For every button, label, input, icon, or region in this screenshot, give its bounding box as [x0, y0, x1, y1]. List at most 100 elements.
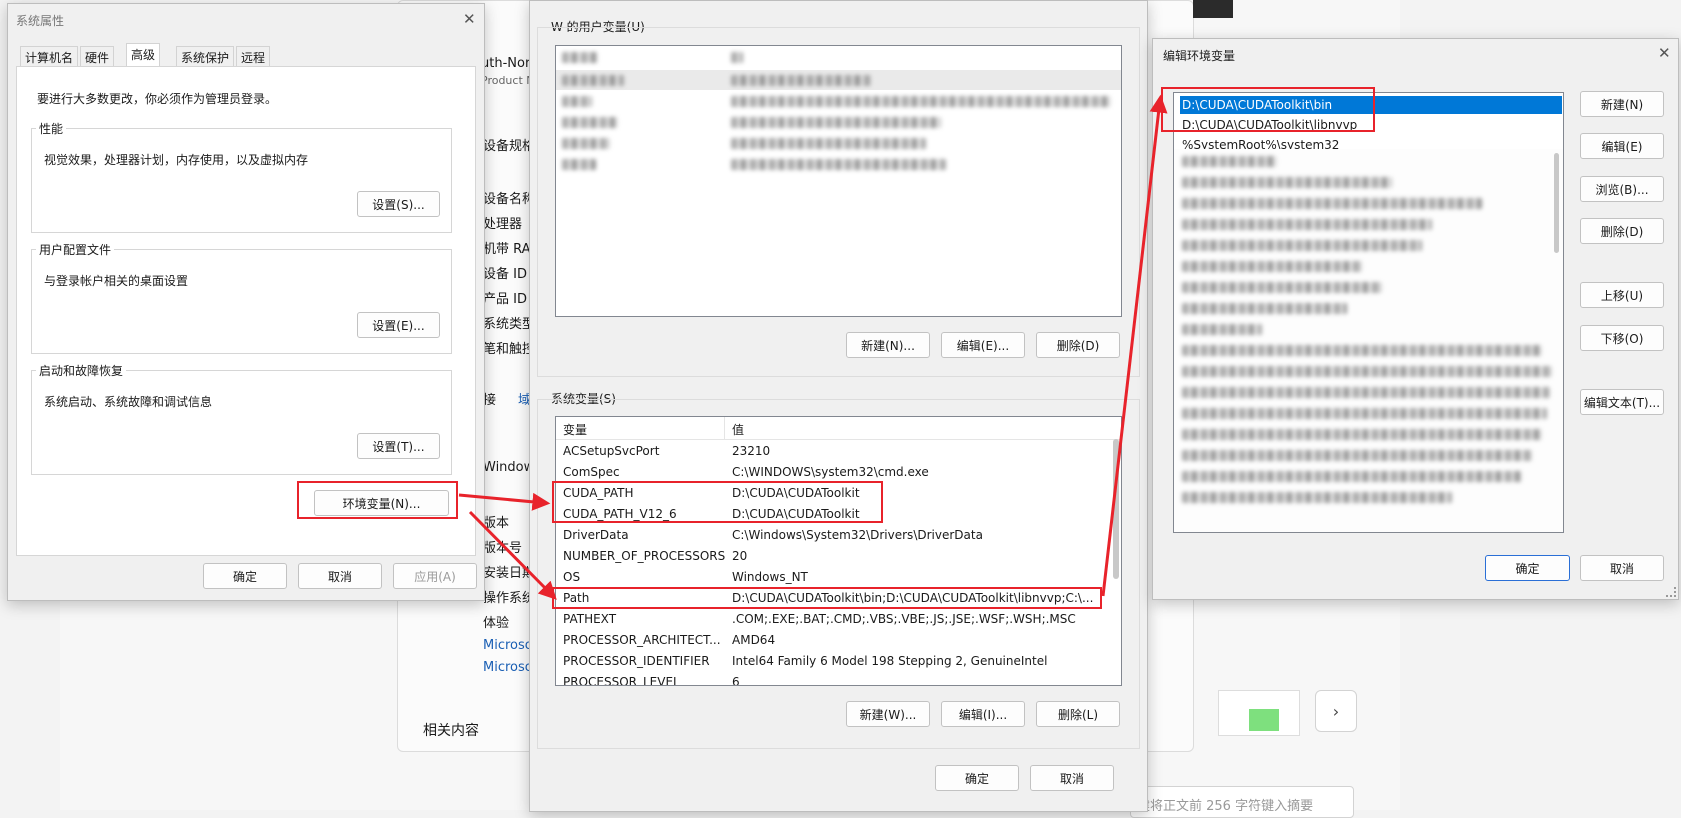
- bg-item-15: 安装日期: [483, 566, 536, 581]
- ok-button[interactable]: 确定: [203, 563, 287, 589]
- user-delete-button[interactable]: 删除(D): [1036, 332, 1120, 358]
- redacted-row: [731, 52, 743, 63]
- path-entry[interactable]: D:\CUDA\CUDAToolkit\libnvvp: [1180, 116, 1562, 134]
- redacted-row: [562, 75, 624, 86]
- system-delete-button[interactable]: 删除(L): [1036, 701, 1120, 727]
- bg-item-3: 设备名称: [483, 192, 536, 207]
- startup-recovery-desc: 系统启动、系统故障和调试信息: [44, 395, 213, 409]
- variable-value: D:\CUDA\CUDAToolkit\bin;D:\CUDA\CUDATool…: [732, 591, 1094, 605]
- move-up-button[interactable]: 上移(U): [1580, 282, 1664, 308]
- bg-link-microsoft-2[interactable]: Microso: [483, 660, 533, 675]
- variable-value: C:\WINDOWS\system32\cmd.exe: [732, 465, 929, 479]
- table-row[interactable]: ACSetupSvcPort 23210: [556, 442, 1111, 461]
- redacted-row: [562, 117, 618, 128]
- tab-advanced[interactable]: 高级: [126, 43, 161, 67]
- browse-button[interactable]: 浏览(B)...: [1580, 176, 1664, 202]
- bg-link-microsoft-1[interactable]: Microso: [483, 638, 533, 653]
- new-entry-button[interactable]: 新建(N): [1580, 91, 1664, 117]
- column-value[interactable]: 值: [732, 421, 744, 438]
- user-edit-button[interactable]: 编辑(E)...: [941, 332, 1025, 358]
- system-new-button[interactable]: 新建(W)...: [846, 701, 930, 727]
- redacted-row: [1182, 450, 1532, 461]
- table-row[interactable]: PROCESSOR_ARCHITECT... AMD64: [556, 631, 1111, 650]
- user-profile-desc: 与登录帐户相关的桌面设置: [44, 274, 189, 288]
- column-header: 变量 值: [556, 417, 1121, 440]
- resize-grip[interactable]: [1666, 587, 1676, 597]
- table-row[interactable]: PROCESSOR_IDENTIFIER Intel64 Family 6 Mod…: [556, 652, 1111, 671]
- variable-value: C:\Windows\System32\Drivers\DriverData: [732, 528, 983, 542]
- startup-recovery-settings-button[interactable]: 设置(T)...: [357, 433, 440, 459]
- variable-value: AMD64: [732, 633, 776, 647]
- table-row[interactable]: ComSpec C:\WINDOWS\system32\cmd.exe: [556, 463, 1111, 482]
- column-variable[interactable]: 变量: [563, 421, 587, 438]
- cancel-button[interactable]: 取消: [298, 563, 382, 589]
- system-properties-window: 系统属性 ✕ 计算机名 硬件 高级 系统保护 远程 要进行大多数更改，你必须作为…: [7, 3, 485, 601]
- redacted-row: [1182, 387, 1550, 398]
- system-variables-list[interactable]: 变量 值 ACSetupSvcPort 23210 ComSpec C:\WINDOW…: [555, 416, 1122, 686]
- tab-hardware[interactable]: 硬件: [80, 46, 115, 66]
- close-icon[interactable]: ✕: [463, 10, 476, 28]
- tab-computer-name[interactable]: 计算机名: [20, 46, 79, 66]
- variable-value: Windows_NT: [732, 570, 808, 584]
- user-profile-label: 用户配置文件: [36, 241, 115, 258]
- bg-item-16: 操作系统: [483, 591, 536, 606]
- user-profile-settings-button[interactable]: 设置(E)...: [357, 312, 440, 338]
- close-icon[interactable]: ✕: [1658, 44, 1671, 62]
- scrollbar[interactable]: [1113, 439, 1119, 579]
- redacted-row: [1182, 261, 1362, 272]
- system-variables-rows: ACSetupSvcPort 23210 ComSpec C:\WINDOWS\sys…: [556, 442, 1111, 685]
- edit-cancel-button[interactable]: 取消: [1580, 555, 1664, 581]
- redacted-row: [562, 52, 598, 63]
- variable-value: 23210: [732, 444, 771, 458]
- redacted-row: [1182, 345, 1542, 356]
- delete-entry-button[interactable]: 删除(D): [1580, 218, 1664, 244]
- redacted-row: [1182, 408, 1547, 419]
- thumbnail-image[interactable]: [1218, 690, 1300, 736]
- table-row[interactable]: NUMBER_OF_PROCESSORS 20: [556, 547, 1111, 566]
- table-row[interactable]: PROCESSOR_LEVEL 6: [556, 673, 1111, 685]
- path-entry-selected[interactable]: D:\CUDA\CUDAToolkit\bin: [1180, 96, 1562, 114]
- env-cancel-button[interactable]: 取消: [1030, 765, 1114, 791]
- variable-value: 20: [732, 549, 748, 563]
- tab-system-protection[interactable]: 系统保护: [176, 46, 235, 66]
- admin-note: 要进行大多数更改，你必须作为管理员登录。: [37, 92, 278, 106]
- redacted-row: [562, 138, 610, 149]
- performance-settings-button[interactable]: 设置(S)...: [357, 191, 440, 217]
- bg-item-12: Window: [483, 460, 535, 475]
- next-arrow-button[interactable]: ›: [1315, 690, 1357, 732]
- table-row[interactable]: PATHEXT .COM;.EXE;.BAT;.CMD;.VBS;.VBE;.JS…: [556, 610, 1111, 629]
- env-ok-button[interactable]: 确定: [935, 765, 1019, 791]
- tab-panel: 要进行大多数更改，你必须作为管理员登录。 性能 视觉效果，处理器计划，内存使用，…: [16, 66, 476, 556]
- performance-label: 性能: [36, 120, 67, 137]
- redacted-row: [731, 117, 941, 128]
- redacted-row: [1182, 429, 1542, 440]
- redacted-row: [1182, 324, 1262, 335]
- system-edit-button[interactable]: 编辑(I)...: [941, 701, 1025, 727]
- summary-input[interactable]: 建将正文前 256 字符键入摘要: [1130, 786, 1354, 818]
- table-row[interactable]: CUDA_PATH_V12_6 D:\CUDA\CUDAToolkit: [556, 505, 1111, 524]
- edit-text-button[interactable]: 编辑文本(T)...: [1580, 389, 1664, 415]
- user-variables-list[interactable]: [555, 45, 1122, 317]
- edit-ok-button[interactable]: 确定: [1485, 555, 1570, 581]
- edit-entry-button[interactable]: 编辑(E): [1580, 133, 1664, 159]
- redacted-row: [1182, 177, 1392, 188]
- path-entries-list[interactable]: D:\CUDA\CUDAToolkit\bin D:\CUDA\CUDATool…: [1173, 92, 1564, 533]
- bg-item-13: 版本: [483, 516, 510, 531]
- tab-remote[interactable]: 远程: [236, 46, 271, 66]
- path-entry[interactable]: %SystemRoot%\system32: [1180, 137, 1562, 149]
- bg-item-0: uth-Nor: [481, 56, 531, 71]
- variable-name: NUMBER_OF_PROCESSORS: [563, 549, 726, 563]
- table-row[interactable]: Path D:\CUDA\CUDAToolkit\bin;D:\CUDA\CUDA…: [556, 589, 1111, 608]
- table-row[interactable]: DriverData C:\Windows\System32\Drivers\Dr…: [556, 526, 1111, 545]
- table-row[interactable]: CUDA_PATH D:\CUDA\CUDAToolkit: [556, 484, 1111, 503]
- bg-item-1: Product N: [481, 74, 535, 87]
- user-new-button[interactable]: 新建(N)...: [846, 332, 930, 358]
- path-entry-text: %SystemRoot%\system32: [1182, 138, 1340, 149]
- table-row[interactable]: OS Windows_NT: [556, 568, 1111, 587]
- apply-button[interactable]: 应用(A): [393, 563, 477, 589]
- move-down-button[interactable]: 下移(O): [1580, 325, 1664, 351]
- environment-variables-button[interactable]: 环境变量(N)...: [314, 490, 449, 516]
- scrollbar[interactable]: [1554, 153, 1559, 253]
- edit-window-title: 编辑环境变量: [1163, 49, 1236, 63]
- bg-related-title: 相关内容: [423, 723, 479, 739]
